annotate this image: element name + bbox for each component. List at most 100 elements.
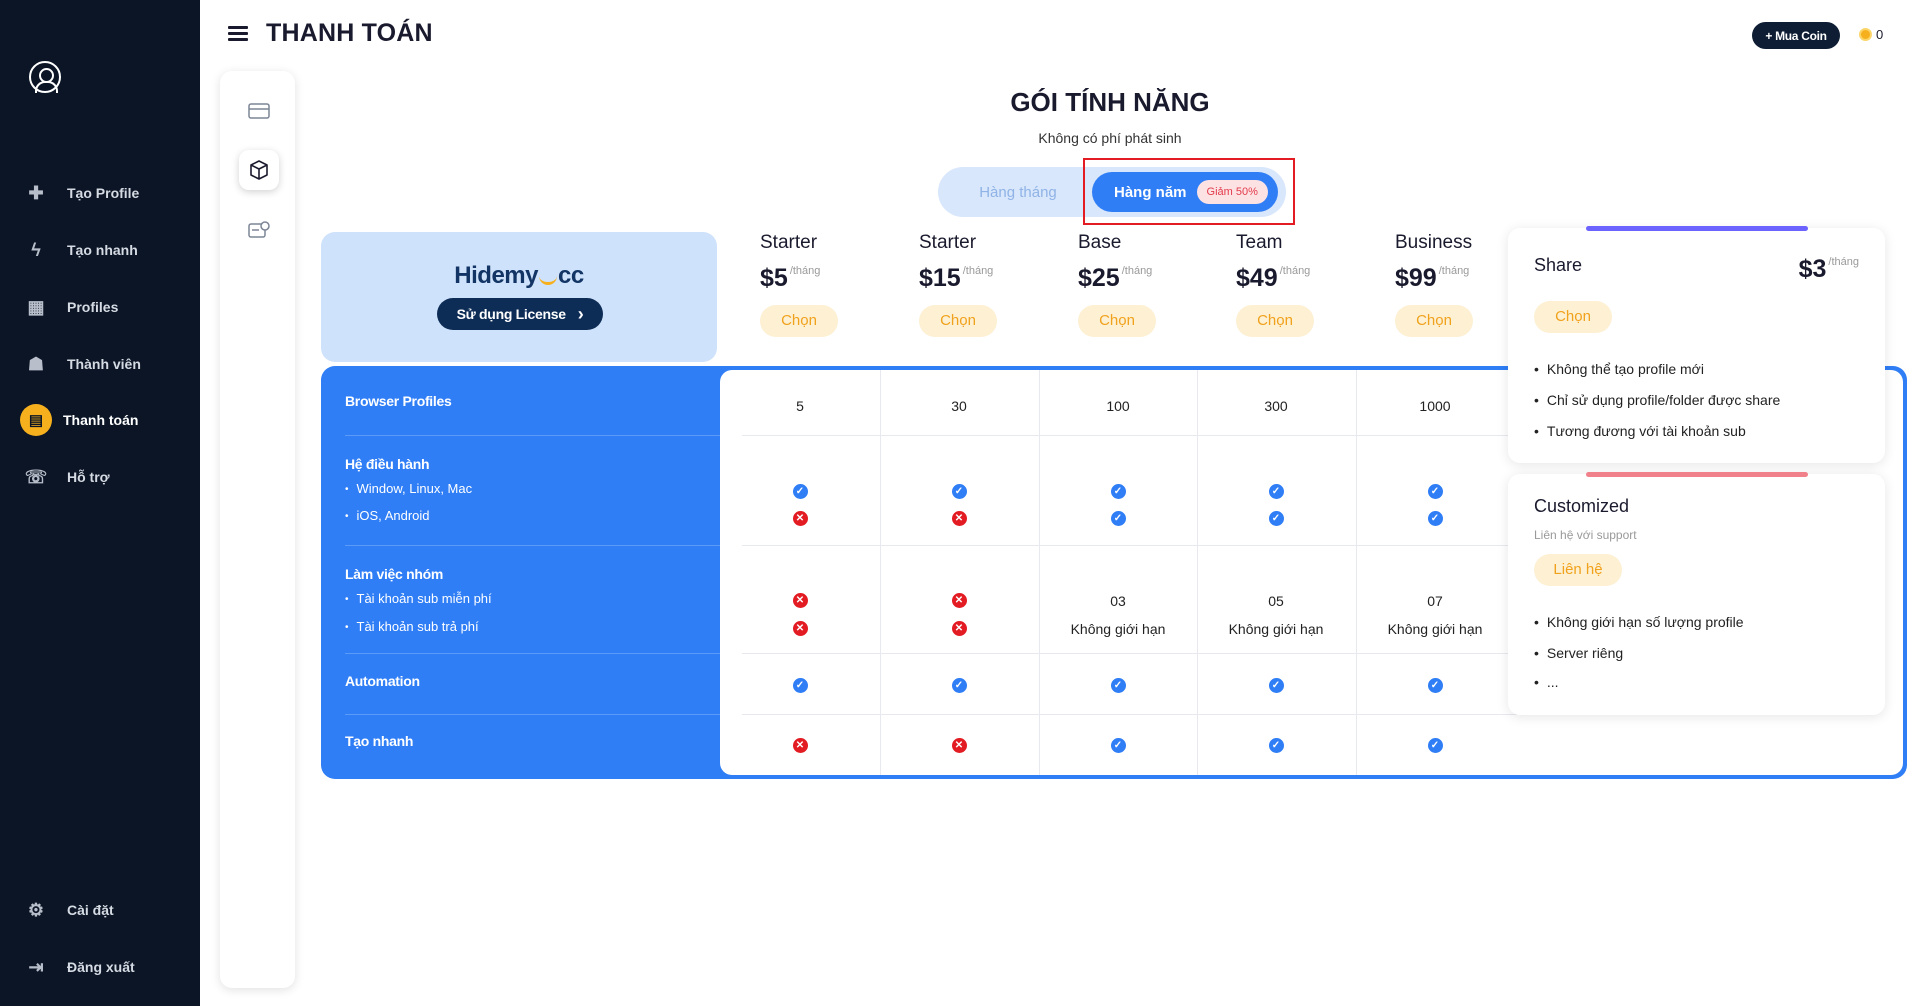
plan-column: Starter $5/tháng Chọn	[760, 232, 918, 337]
card-accent-bar	[1586, 472, 1808, 477]
table-cell: 5	[796, 398, 804, 414]
choose-plan-button[interactable]: Chọn	[1395, 305, 1473, 337]
support-icon: ☏	[24, 466, 48, 487]
check-icon: ✓	[951, 484, 967, 499]
plan-name: Base	[1078, 232, 1122, 253]
check-icon: ✓	[1427, 511, 1443, 526]
feature-label: Làm việc nhóm	[345, 566, 444, 582]
cross-icon: ✕	[951, 621, 967, 636]
table-cell: 05	[1268, 593, 1284, 609]
table-cell: 07	[1427, 593, 1443, 609]
monthly-option[interactable]: Hàng tháng	[938, 167, 1098, 217]
feature-label: Browser Profiles	[345, 393, 452, 409]
user-avatar-icon[interactable]	[29, 61, 61, 93]
chevron-right-icon: ›	[577, 303, 584, 324]
menu-icon[interactable]	[228, 26, 248, 42]
logout-icon: ⇥	[28, 956, 44, 977]
plans-title: GÓI TÍNH NĂNG	[1010, 87, 1210, 117]
feature-label: Automation	[345, 673, 420, 689]
card-bullet: Không thể tạo profile mới	[1534, 361, 1704, 377]
feature-sub-label: iOS, Android	[345, 508, 430, 523]
check-icon: ✓	[1268, 511, 1284, 526]
check-icon: ✓	[1427, 738, 1443, 753]
sidebar-item-quick-create[interactable]: ϟ Tạo nhanh	[24, 230, 184, 270]
payment-subnav	[220, 71, 295, 988]
card-bullet: ...	[1534, 674, 1559, 690]
choose-plan-button[interactable]: Chọn	[1236, 305, 1314, 337]
team-icon: ☗	[27, 353, 45, 374]
check-icon: ✓	[1110, 678, 1126, 693]
cross-icon: ✕	[792, 621, 808, 636]
choose-plan-button[interactable]: Chọn	[760, 305, 838, 337]
plan-name: Team	[1236, 232, 1283, 253]
card-bullet: Không giới hạn số lượng profile	[1534, 614, 1744, 630]
sidebar-item-label: Đăng xuất	[67, 959, 135, 975]
sidebar-item-logout[interactable]: ⇥ Đăng xuất	[24, 947, 184, 987]
contact-button[interactable]: Liên hệ	[1534, 554, 1622, 586]
check-icon: ✓	[1268, 484, 1284, 499]
plan-column: Team $49/tháng Chọn	[1236, 232, 1394, 337]
feature-label: Hệ điều hành	[345, 456, 430, 472]
brand-logo: Hidemy cc	[454, 262, 584, 289]
sidebar-item-label: Thanh toán	[63, 412, 139, 428]
buy-coin-button[interactable]: + Mua Coin	[1752, 22, 1840, 49]
sidebar-item-label: Tạo nhanh	[67, 242, 138, 258]
card-title: Share	[1534, 255, 1583, 275]
sidebar-item-label: Profiles	[67, 299, 119, 315]
table-cell: 1000	[1419, 398, 1451, 414]
plan-price: $15/tháng	[919, 264, 994, 292]
sidebar-item-settings[interactable]: ⚙ Cài đặt	[24, 890, 184, 930]
brand-box: Hidemy cc Sử dụng License ›	[321, 232, 717, 362]
card-title: Customized	[1534, 496, 1630, 516]
check-icon: ✓	[951, 678, 967, 693]
lightning-icon: ϟ	[31, 239, 41, 260]
feature-sub-label: Tài khoản sub miễn phí	[345, 591, 492, 606]
card-accent-bar	[1586, 226, 1808, 231]
card-icon[interactable]	[239, 91, 279, 131]
coin-icon	[1859, 28, 1872, 41]
table-cell: 300	[1264, 398, 1288, 414]
share-plan-card: Share $3/tháng Chọn Không thể tạo profil…	[1508, 226, 1885, 463]
use-license-button[interactable]: Sử dụng License ›	[437, 298, 603, 330]
choose-plan-button[interactable]: Chọn	[1078, 305, 1156, 337]
sidebar-item-members[interactable]: ☗ Thành viên	[24, 344, 184, 384]
custom-plan-card: Customized Liên hệ với support Liên hệ K…	[1508, 472, 1885, 715]
table-cell: 100	[1106, 398, 1130, 414]
sidebar-item-profiles[interactable]: ▦ Profiles	[24, 287, 184, 327]
sidebar-item-create-profile[interactable]: ✚ Tạo Profile	[24, 173, 184, 213]
plans-subtitle: Không có phí phát sinh	[1038, 130, 1182, 146]
feature-sub-label: Window, Linux, Mac	[345, 481, 473, 496]
plan-column: Base $25/tháng Chọn	[1078, 232, 1236, 337]
card-price: $3/tháng	[1798, 255, 1859, 283]
sidebar-item-label: Tạo Profile	[67, 185, 140, 201]
package-icon[interactable]	[239, 150, 279, 190]
table-cell: Không giới hạn	[1070, 621, 1166, 637]
grid-icon: ▦	[27, 296, 45, 317]
sidebar-item-payment[interactable]: ▤ Thanh toán	[20, 400, 184, 440]
payment-icon: ▤	[20, 404, 52, 436]
gear-icon: ⚙	[27, 899, 45, 920]
check-icon: ✓	[792, 484, 808, 499]
feature-label: Tạo nhanh	[345, 733, 414, 749]
choose-plan-button[interactable]: Chọn	[919, 305, 997, 337]
check-icon: ✓	[1268, 738, 1284, 753]
sidebar-item-support[interactable]: ☏ Hỗ trợ	[24, 457, 184, 497]
plan-price: $25/tháng	[1078, 264, 1153, 292]
cross-icon: ✕	[951, 593, 967, 608]
check-icon: ✓	[1427, 678, 1443, 693]
billing-history-icon[interactable]	[239, 210, 279, 250]
feature-sub-label: Tài khoản sub trả phí	[345, 619, 479, 634]
sidebar: ✚ Tạo Profile ϟ Tạo nhanh ▦ Profiles ☗ T…	[0, 0, 200, 1006]
coin-balance: 0	[1859, 27, 1883, 42]
sidebar-item-label: Cài đặt	[67, 902, 114, 918]
check-icon: ✓	[1110, 738, 1126, 753]
table-cell: 03	[1110, 593, 1126, 609]
check-icon: ✓	[1427, 484, 1443, 499]
plus-icon: ✚	[28, 182, 44, 203]
table-cell: Không giới hạn	[1228, 621, 1324, 637]
card-bullet: Chỉ sử dụng profile/folder được share	[1534, 392, 1780, 408]
sidebar-item-label: Thành viên	[67, 356, 141, 372]
plan-column: Starter $15/tháng Chọn	[919, 232, 1077, 337]
check-icon: ✓	[1110, 484, 1126, 499]
choose-share-button[interactable]: Chọn	[1534, 301, 1612, 333]
